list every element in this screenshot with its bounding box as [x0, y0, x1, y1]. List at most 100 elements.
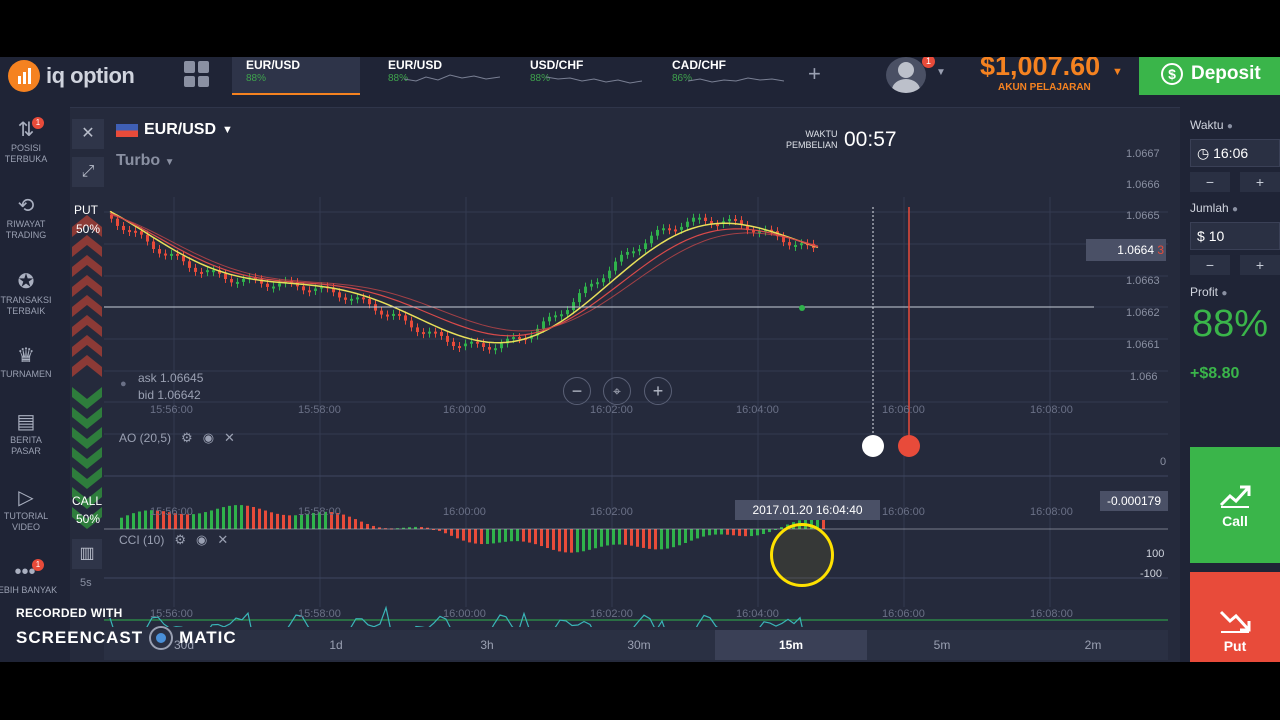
- candle: [368, 298, 371, 305]
- time-increase-button[interactable]: +: [1240, 172, 1280, 192]
- logo-text: iq option: [46, 63, 135, 88]
- candle: [170, 253, 173, 256]
- cci-label: CCI (10): [119, 533, 165, 547]
- candle: [236, 281, 239, 284]
- recording-watermark: RECORDED WITH SCREENCAST MATIC: [16, 606, 237, 650]
- time-tick: 15:58:00: [298, 608, 341, 620]
- amount-value: 10: [1208, 228, 1225, 244]
- candle: [662, 228, 665, 231]
- info-icon[interactable]: ●: [120, 378, 127, 390]
- candle: [152, 241, 155, 250]
- chevron-down-icon[interactable]: ▼: [1112, 66, 1123, 78]
- sidebar-item-tutorial[interactable]: ▷ TUTORIAL VIDEO: [0, 485, 52, 533]
- candle: [380, 310, 383, 315]
- sidebar-item-history[interactable]: ⟲ RIWAYAT TRADING: [0, 193, 52, 241]
- timeframe-3h[interactable]: 3h: [411, 630, 563, 660]
- account-balance[interactable]: $1,007.60: [980, 57, 1100, 82]
- zoom-in-button[interactable]: +: [644, 377, 672, 405]
- sidebar-item-label: TRANSAKSI TERBAIK: [0, 295, 52, 316]
- candle: [542, 321, 545, 329]
- ao-bar: [612, 529, 615, 545]
- time-tick: 16:06:00: [882, 404, 925, 416]
- sidebar-item-tournaments[interactable]: ♛ TURNAMEN: [0, 343, 52, 380]
- asset-tab-2[interactable]: EUR/USD 88%: [374, 57, 502, 93]
- asset-tab-payout: 88%: [246, 73, 267, 84]
- ao-bar: [504, 529, 507, 542]
- crosshair-icon[interactable]: ⌖: [603, 377, 631, 405]
- info-icon[interactable]: ●: [1221, 288, 1227, 299]
- ao-bar: [522, 529, 525, 542]
- expiry-time-field[interactable]: ◷ 16:06: [1190, 139, 1280, 167]
- sidebar-item-best-trades[interactable]: ✪ TRANSAKSI TERBAIK: [0, 269, 52, 317]
- candle: [362, 297, 365, 300]
- chart-type-icon[interactable]: ▥: [72, 539, 102, 569]
- candle: [434, 331, 437, 334]
- ao-bar: [444, 529, 447, 534]
- ask-price: ask 1.06645: [138, 371, 204, 385]
- watermark-text-a: SCREENCAST: [16, 628, 144, 647]
- timeframe-30m[interactable]: 30m: [563, 630, 715, 660]
- bid-price: bid 1.06642: [138, 388, 201, 402]
- sidebar-item-open-positions[interactable]: ⇅ POSISI TERBUKA: [0, 117, 52, 165]
- close-icon[interactable]: ✕: [224, 430, 235, 446]
- logo[interactable]: iq option: [8, 60, 135, 92]
- zoom-out-button[interactable]: −: [563, 377, 591, 405]
- price-chart[interactable]: [104, 137, 1168, 627]
- candle: [278, 283, 281, 287]
- ao-bar: [696, 529, 699, 539]
- avatar[interactable]: [886, 57, 926, 93]
- ao-indicator-header: AO (20,5) ⚙ ◉ ✕: [119, 430, 235, 446]
- ao-bar: [198, 513, 201, 529]
- asset-tab-symbol: EUR/USD: [246, 58, 301, 72]
- sidebar-item-label: LEBIH BANYAK: [0, 585, 58, 595]
- ao-bar: [360, 521, 363, 529]
- candle: [428, 331, 431, 334]
- amount-decrease-button[interactable]: −: [1190, 255, 1230, 275]
- expand-icon[interactable]: ⤢: [72, 157, 104, 187]
- ao-bar: [288, 515, 291, 529]
- candle: [482, 343, 485, 347]
- timeframe-15m[interactable]: 15m: [715, 630, 867, 660]
- candle: [608, 270, 611, 279]
- asset-tab-3[interactable]: USD/CHF 88%: [516, 57, 644, 93]
- deposit-button[interactable]: $ Deposit: [1139, 57, 1280, 95]
- ao-bar: [666, 529, 669, 549]
- time-tick: 15:56:00: [150, 404, 193, 416]
- info-icon[interactable]: ●: [1227, 121, 1233, 132]
- price-tick: 1.0667: [1126, 148, 1160, 160]
- ao-bar: [672, 529, 675, 548]
- purchase-timer: 00:57: [844, 128, 897, 151]
- info-icon[interactable]: ●: [1232, 204, 1238, 215]
- call-button[interactable]: Call: [1190, 447, 1280, 563]
- eye-icon[interactable]: ◉: [196, 532, 207, 548]
- deposit-label: Deposit: [1191, 63, 1261, 84]
- close-icon[interactable]: ✕: [217, 532, 228, 548]
- gear-icon[interactable]: ⚙: [174, 532, 186, 548]
- timeframe-1d[interactable]: 1d: [260, 630, 412, 660]
- gear-icon[interactable]: ⚙: [181, 430, 193, 446]
- eye-icon[interactable]: ◉: [203, 430, 214, 446]
- sidebar-item-more[interactable]: ••• LEBIH BANYAK: [0, 559, 58, 596]
- sidebar-item-news[interactable]: ▤ BERITA PASAR: [0, 409, 52, 457]
- ao-bar: [342, 514, 345, 529]
- candle: [494, 348, 497, 351]
- amount-field[interactable]: $ 10: [1190, 222, 1280, 250]
- chevron-down-icon[interactable]: ▼: [936, 67, 946, 78]
- chart-interval[interactable]: 5s: [80, 577, 92, 589]
- add-tab-button[interactable]: +: [808, 61, 821, 87]
- option-type-selector[interactable]: Turbo ▼: [116, 152, 175, 170]
- time-decrease-button[interactable]: −: [1190, 172, 1230, 192]
- asset-tab-4[interactable]: CAD/CHF 86%: [658, 57, 786, 93]
- timeframe-2m[interactable]: 2m: [1017, 630, 1169, 660]
- candle: [800, 243, 803, 246]
- close-icon[interactable]: ✕: [72, 119, 104, 149]
- left-sidebar: ⇅ POSISI TERBUKA 1 ⟲ RIWAYAT TRADING ✪ T…: [0, 107, 70, 662]
- ao-bar: [414, 526, 417, 529]
- asset-tab-1[interactable]: EUR/USD 88%: [232, 57, 360, 95]
- timeframe-5m[interactable]: 5m: [866, 630, 1018, 660]
- put-button[interactable]: Put: [1190, 572, 1280, 662]
- asset-selector[interactable]: EUR/USD ▼: [116, 121, 233, 139]
- amount-increase-button[interactable]: +: [1240, 255, 1280, 275]
- apps-grid-icon[interactable]: [184, 61, 210, 87]
- finish-flag-icon: [898, 435, 920, 457]
